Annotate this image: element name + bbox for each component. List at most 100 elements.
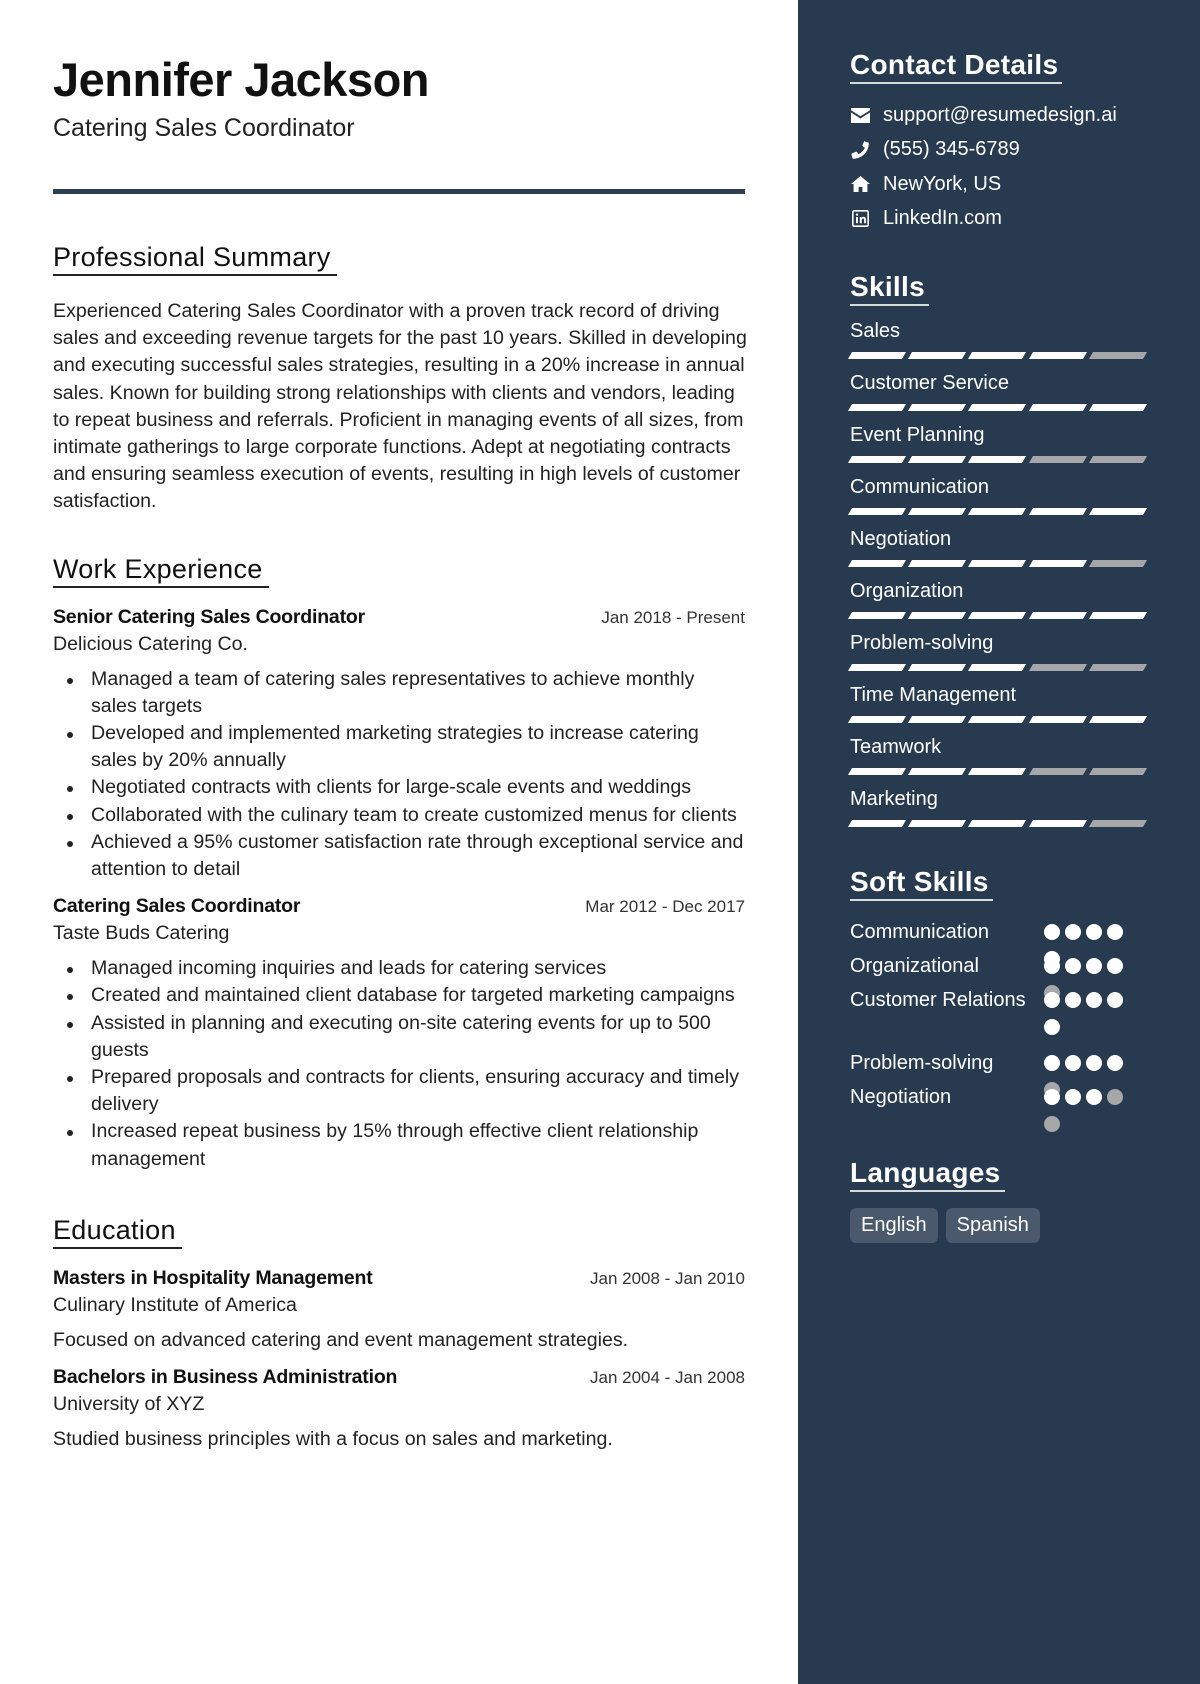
rating-dot-empty	[1107, 1089, 1123, 1105]
skill-level-segment-filled	[847, 664, 907, 671]
skill-level-segment-filled	[968, 508, 1027, 515]
work-experience-section: Work Experience Senior Catering Sales Co…	[53, 552, 745, 1173]
sidebar: Contact Details support@resumedesign.ai …	[798, 0, 1200, 1684]
rating-dot-filled	[1044, 958, 1060, 974]
skill-level-bar	[847, 560, 1148, 567]
skill-level-segment-filled	[847, 560, 907, 567]
soft-skills-list: Communication Organizational Customer Rela…	[850, 919, 1150, 1132]
skill-level-segment-filled	[968, 612, 1027, 619]
skill-name: Problem-solving	[850, 632, 994, 654]
skill-level-segment-filled	[847, 508, 907, 515]
bullet-icon	[67, 1021, 73, 1028]
skill-level-bar	[847, 768, 1148, 775]
rating-dot-filled	[1044, 924, 1060, 940]
degree: Masters in Hospitality Management	[53, 1266, 373, 1289]
skill-level-segment-empty	[1028, 768, 1087, 775]
section-title: Professional Summary	[53, 240, 337, 276]
skill-name: Teamwork	[850, 736, 942, 758]
skill-item: Time Management	[847, 682, 1150, 723]
skill-level-segment-filled	[908, 456, 967, 463]
skill-level-segment-filled	[1088, 508, 1148, 515]
skill-level-segment-filled	[908, 508, 967, 515]
skill-level-segment-filled	[847, 612, 907, 619]
school: University of XYZ	[53, 1392, 205, 1415]
summary-text: Experienced Catering Sales Coordinator w…	[53, 300, 747, 513]
contact-email[interactable]: support@resumedesign.ai	[850, 98, 1150, 133]
bullet-icon	[67, 1130, 73, 1137]
soft-skills-section: Soft Skills Communication Organizational C…	[850, 865, 1150, 1132]
rating-dot-filled	[1044, 1019, 1060, 1035]
rating-dot-filled	[1086, 992, 1102, 1008]
skill-item: Communication	[847, 474, 1150, 515]
skill-level-bar	[847, 508, 1148, 515]
skill-name: Sales	[850, 320, 901, 342]
skill-level-segment-filled	[968, 404, 1027, 411]
soft-skill-rating	[1044, 987, 1130, 1046]
skill-name: Communication	[850, 476, 989, 498]
contact-linkedin[interactable]: LinkedIn.com	[850, 202, 1150, 237]
job-bullet: Negotiated contracts with clients for la…	[53, 774, 745, 801]
soft-skill-item: Problem-solving	[850, 1050, 1150, 1098]
soft-skill-rating	[1044, 1084, 1130, 1143]
job-dates: Jan 2018 - Present	[601, 607, 745, 627]
skill-level-segment-filled	[1028, 716, 1087, 723]
rating-dot-empty	[1044, 1116, 1060, 1132]
skill-level-segment-filled	[1088, 404, 1148, 411]
skill-item: Problem-solving	[847, 630, 1150, 671]
skill-level-segment-empty	[1088, 664, 1148, 671]
candidate-name: Jennifer Jackson	[53, 53, 430, 106]
languages-list: English Spanish	[850, 1208, 1150, 1243]
skill-level-segment-filled	[968, 352, 1027, 359]
bullet-icon	[67, 786, 73, 793]
skill-level-segment-filled	[1028, 352, 1087, 359]
education-dates: Jan 2004 - Jan 2008	[589, 1367, 745, 1387]
job-bullet: Assisted in planning and executing on-si…	[53, 1010, 745, 1064]
skill-level-segment-filled	[968, 768, 1027, 775]
soft-skill-item: Negotiation	[850, 1084, 1150, 1132]
skill-item: Customer Service	[847, 370, 1150, 411]
skill-level-segment-filled	[847, 768, 907, 775]
education-entry: Bachelors in Business Administration Jan…	[53, 1366, 745, 1451]
skill-level-segment-filled	[908, 612, 967, 619]
rating-dot-filled	[1107, 958, 1123, 974]
education-section: Education Masters in Hospitality Managem…	[53, 1213, 745, 1451]
skill-name: Marketing	[850, 788, 938, 810]
header-divider	[53, 189, 745, 194]
skill-level-segment-filled	[847, 352, 907, 359]
contact-phone[interactable]: (555) 345-6789	[850, 133, 1150, 168]
skill-level-segment-filled	[847, 404, 907, 411]
skills-section: Skills Sales Customer Service Event Planni…	[847, 270, 1150, 827]
skill-name: Customer Service	[850, 372, 1009, 394]
language-chip: Spanish	[945, 1208, 1040, 1243]
main-column: Jennifer Jackson Catering Sales Coordina…	[0, 0, 798, 1684]
skill-level-segment-filled	[908, 820, 967, 827]
skill-level-segment-filled	[847, 820, 907, 827]
bullet-icon	[67, 813, 73, 820]
rating-dot-filled	[1086, 924, 1102, 940]
skill-level-segment-empty	[1088, 560, 1148, 567]
education-description: Focused on advanced catering and event m…	[53, 1328, 629, 1351]
skill-level-segment-empty	[1088, 352, 1148, 359]
bullet-icon	[67, 840, 73, 847]
job-title: Senior Catering Sales Coordinator	[53, 605, 365, 628]
linkedin-icon	[850, 209, 870, 229]
soft-skill-item: Communication	[850, 919, 1150, 967]
soft-skill-item: Customer Relations	[850, 987, 1150, 1050]
skill-level-segment-filled	[1028, 508, 1087, 515]
soft-skill-name: Communication	[850, 921, 989, 943]
education-dates: Jan 2008 - Jan 2010	[589, 1268, 745, 1288]
candidate-role: Catering Sales Coordinator	[53, 114, 355, 142]
skill-level-bar	[847, 404, 1148, 411]
envelope-icon	[850, 105, 870, 125]
professional-summary-section: Professional Summary Experienced Caterin…	[53, 240, 747, 516]
language-chip: English	[850, 1208, 938, 1243]
skill-level-segment-filled	[908, 716, 967, 723]
rating-dot-filled	[1065, 924, 1081, 940]
section-title: Skills	[850, 270, 929, 306]
skill-item: Event Planning	[847, 422, 1150, 463]
job-bullet: Collaborated with the culinary team to c…	[53, 802, 745, 829]
job-bullet: Increased repeat business by 15% through…	[53, 1118, 745, 1172]
soft-skill-name: Organizational	[850, 955, 979, 977]
rating-dot-filled	[1065, 1055, 1081, 1071]
skill-level-segment-filled	[1088, 716, 1148, 723]
